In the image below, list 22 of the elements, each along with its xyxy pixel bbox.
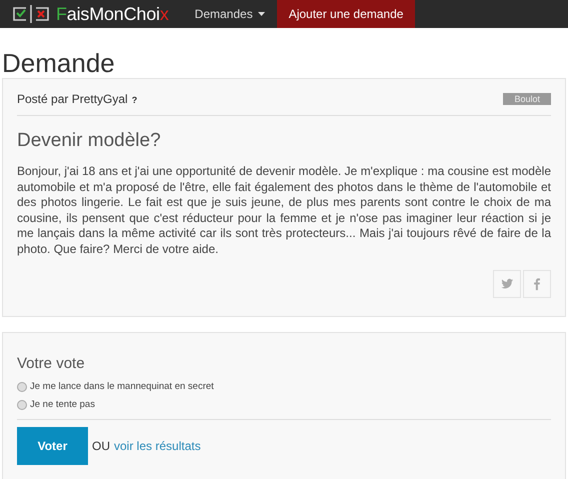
author-line: Posté par PrettyGyal (17, 92, 128, 106)
radio-button[interactable] (17, 382, 27, 392)
logo-icon (12, 5, 50, 23)
nav-item[interactable]: Ajouter une demande (276, 0, 416, 28)
category-tag: Boulot (503, 93, 551, 105)
results-link[interactable]: voir les résultats (114, 438, 201, 453)
share-button[interactable] (523, 270, 551, 298)
twitter-bird-icon (500, 276, 514, 291)
page-title: Demande (2, 48, 116, 78)
caret-icon (258, 12, 265, 16)
post-body: Bonjour, j'ai 18 ans et j'ai une opportunité de devenir modèle. Je m'explique : ma cousine est modèle automobile et m'a proposé de l'être, elle fait également des photos dans le thème de l'automobile et des photos lingerie. Le fait est que je suis jeune, de plus mes parents sont contre le choix de ma cousine, ils pensent que c'est réducteur pour la femme et je n'ose pas imaginer leur réaction si je me lançais dans la même activité car ils sont très protecteurs... Mais j'ai toujours rêvé de faire de la photo. Que faire? Merci de votre aide. (17, 164, 551, 258)
vote-title: Votre vote (17, 354, 86, 372)
option-label[interactable]: Je ne tente pas (30, 399, 95, 410)
nav-item[interactable]: Demandes (182, 0, 277, 28)
radio-button[interactable] (17, 400, 27, 410)
logo-text[interactable]: FaisMonChoix (56, 4, 169, 24)
post-title: Devenir modèle? (17, 130, 162, 152)
or-text: OU (92, 438, 110, 453)
option-label[interactable]: Je me lance dans le mannequinat en secret (30, 381, 214, 392)
share-button[interactable] (493, 270, 521, 298)
help-mark[interactable]: ? (132, 95, 138, 105)
vote-button[interactable]: Voter (17, 426, 88, 465)
